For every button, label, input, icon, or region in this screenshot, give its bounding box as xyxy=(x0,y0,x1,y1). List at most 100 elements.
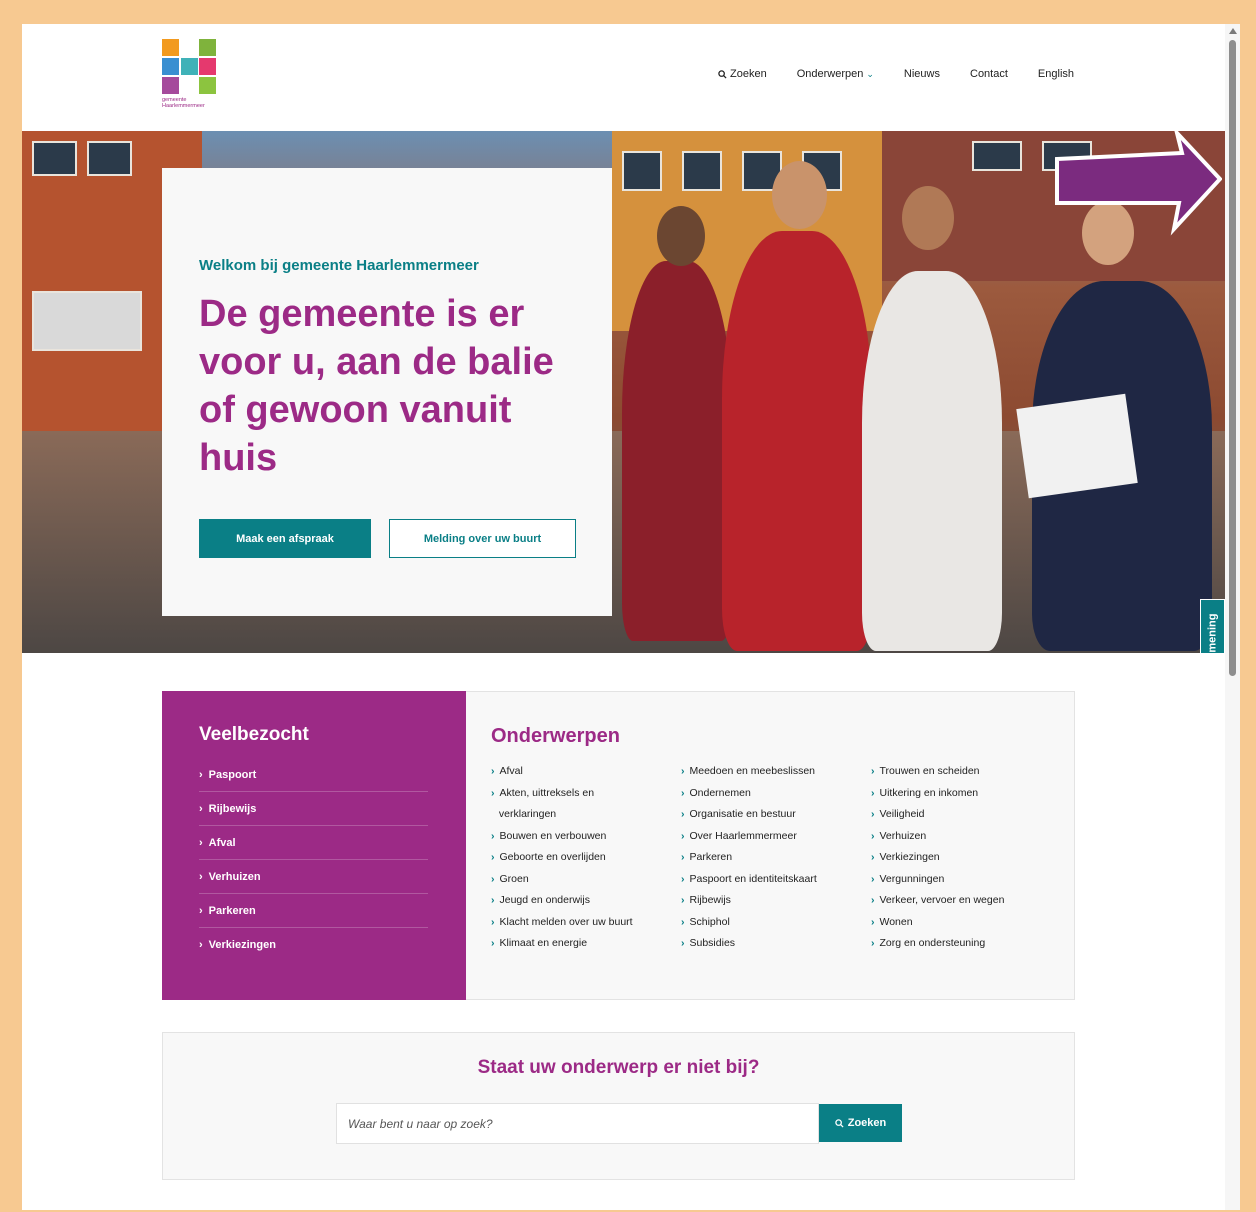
subject-link[interactable]: › Afval xyxy=(491,761,681,783)
subject-link[interactable]: › Klacht melden over uw buurt xyxy=(491,912,681,934)
subject-link[interactable]: › Paspoort en identiteitskaart xyxy=(681,869,871,891)
popular-item[interactable]: › Verhuizen xyxy=(199,860,428,894)
chevron-right-icon: › xyxy=(491,894,495,906)
popular-item[interactable]: › Paspoort xyxy=(199,758,428,792)
nav-search[interactable]: Zoeken xyxy=(718,68,767,80)
subject-link-label: Rijbewijs xyxy=(689,894,731,906)
popular-list: › Paspoort › Rijbewijs › Afval › Verhuizen › Park… xyxy=(199,758,429,962)
subject-link[interactable]: › Organisatie en bestuur xyxy=(681,804,871,826)
subject-link[interactable]: › Vergunningen xyxy=(871,869,1061,891)
scroll-thumb[interactable] xyxy=(1229,40,1236,676)
feedback-tab-label: Geef uw mening xyxy=(1207,614,1219,653)
report-neighbourhood-button[interactable]: Melding over uw buurt xyxy=(389,519,576,558)
popular-item[interactable]: › Verkiezingen xyxy=(199,928,428,962)
nav-search-label: Zoeken xyxy=(730,68,767,80)
chevron-right-icon: › xyxy=(681,829,685,842)
chevron-right-icon: › xyxy=(681,915,685,928)
chevron-right-icon: › xyxy=(491,765,495,777)
scroll-up-arrow-icon[interactable] xyxy=(1229,28,1237,34)
chevron-right-icon: › xyxy=(199,836,203,849)
subject-link[interactable]: verklaringen xyxy=(491,804,681,826)
chevron-right-icon: › xyxy=(681,786,685,799)
hero-title: De gemeente is er voor u, aan de balie o… xyxy=(199,293,554,479)
feedback-tab[interactable]: Geef uw mening xyxy=(1200,599,1225,653)
hero-welcome: Welkom bij gemeente Haarlemmermeer xyxy=(199,257,479,274)
search-icon xyxy=(835,1118,844,1128)
subject-link-label: Meedoen en meebeslissen xyxy=(689,765,816,777)
search-title: Staat uw onderwerp er niet bij? xyxy=(477,1057,760,1078)
chevron-right-icon: › xyxy=(681,937,685,949)
subject-link-label: Veiligheid xyxy=(879,808,925,820)
chevron-right-icon: › xyxy=(871,829,875,842)
subject-link[interactable]: › Verkeer, vervoer en wegen xyxy=(871,890,1061,912)
nav-english[interactable]: English xyxy=(1038,68,1074,80)
nav-news[interactable]: Nieuws xyxy=(904,68,940,80)
subject-link[interactable]: › Jeugd en onderwijs xyxy=(491,890,681,912)
search-button[interactable]: Zoeken xyxy=(819,1104,902,1142)
chevron-right-icon: › xyxy=(871,872,875,885)
subject-link[interactable]: › Rijbewijs xyxy=(681,890,871,912)
vertical-scrollbar[interactable] xyxy=(1225,24,1240,1210)
subject-link[interactable]: › Veiligheid xyxy=(871,804,1061,826)
chevron-right-icon: › xyxy=(871,808,875,820)
search-input[interactable] xyxy=(336,1103,819,1144)
subject-link-label: Vergunningen xyxy=(879,872,945,885)
nav-topics[interactable]: Onderwerpen ⌄ xyxy=(797,68,874,80)
subject-link[interactable]: › Groen xyxy=(491,869,681,891)
subject-link[interactable]: › Trouwen en scheiden xyxy=(871,761,1061,783)
subject-link-label: Uitkering en inkomen xyxy=(879,786,979,799)
subject-link[interactable]: › Subsidies xyxy=(681,933,871,955)
nav-news-label: Nieuws xyxy=(903,68,940,80)
popular-item[interactable]: › Parkeren xyxy=(199,894,428,928)
subjects-column-3: › Trouwen en scheiden › Uitkering en inkome… xyxy=(871,761,1061,955)
chevron-right-icon: › xyxy=(681,872,685,885)
subject-link-label: Geboorte en overlijden xyxy=(499,851,606,863)
main-navigation: Zoeken Onderwerpen ⌄ Nieuws Contact Engl… xyxy=(718,68,1074,80)
chevron-right-icon: › xyxy=(491,915,495,928)
subject-link-label: Klacht melden over uw buurt xyxy=(499,915,633,928)
subject-link[interactable]: › Bouwen en verbouwen xyxy=(491,826,681,848)
chevron-right-icon: › xyxy=(871,765,875,777)
subject-link[interactable]: › Verkiezingen xyxy=(871,847,1061,869)
popular-item[interactable]: › Afval xyxy=(199,826,428,860)
chevron-right-icon: › xyxy=(199,768,203,781)
subject-link[interactable]: › Klimaat en energie xyxy=(491,933,681,955)
subjects-column-2: › Meedoen en meebeslissen › Ondernemen › Orga… xyxy=(681,761,871,955)
subject-link[interactable]: › Geboorte en overlijden xyxy=(491,847,681,869)
chevron-right-icon: › xyxy=(681,808,685,820)
subject-link[interactable]: › Parkeren xyxy=(681,847,871,869)
subject-link[interactable]: › Akten, uittreksels en xyxy=(491,783,681,805)
subject-link-label: Jeugd en onderwijs xyxy=(499,894,590,906)
municipality-logo[interactable]: gemeente Haarlemmermeer xyxy=(162,39,218,115)
chevron-right-icon: › xyxy=(199,904,203,917)
search-section: Staat uw onderwerp er niet bij? Zoeken xyxy=(162,1032,1075,1180)
subject-link[interactable]: › Zorg en ondersteuning xyxy=(871,933,1061,955)
make-appointment-button[interactable]: Maak een afspraak xyxy=(199,519,371,558)
subject-link-label: Over Haarlemmermeer xyxy=(689,829,797,842)
subject-link-label: Organisatie en bestuur xyxy=(689,808,796,820)
subject-link[interactable]: › Meedoen en meebeslissen xyxy=(681,761,871,783)
subject-link-label: verklaringen xyxy=(498,808,557,820)
subject-link-label: Schiphol xyxy=(689,915,730,928)
chevron-right-icon: › xyxy=(199,939,203,951)
nav-contact[interactable]: Contact xyxy=(970,68,1008,80)
subject-link[interactable]: › Wonen xyxy=(871,912,1061,934)
subject-link-label: Verhuizen xyxy=(879,829,927,842)
chevron-right-icon: › xyxy=(491,786,495,799)
chevron-right-icon: › xyxy=(681,765,685,777)
annotation-arrow-icon xyxy=(1055,131,1222,236)
subject-link-label: Subsidies xyxy=(689,937,736,949)
popular-item[interactable]: › Rijbewijs xyxy=(199,792,428,826)
nav-english-label: English xyxy=(1037,68,1074,80)
subject-link[interactable]: › Uitkering en inkomen xyxy=(871,783,1061,805)
subject-link-label: Trouwen en scheiden xyxy=(879,765,980,777)
subject-link[interactable]: › Over Haarlemmermeer xyxy=(681,826,871,848)
subject-link[interactable]: › Ondernemen xyxy=(681,783,871,805)
topics-section: Veelbezocht › Paspoort › Rijbewijs › Afval › Ve… xyxy=(162,691,1075,1000)
subject-link-label: Klimaat en energie xyxy=(499,937,588,949)
subject-link[interactable]: › Verhuizen xyxy=(871,826,1061,848)
search-button-label: Zoeken xyxy=(847,1117,887,1129)
subject-link[interactable]: › Schiphol xyxy=(681,912,871,934)
popular-title: Veelbezocht xyxy=(199,724,309,745)
subject-link-label: Paspoort en identiteitskaart xyxy=(689,872,817,885)
